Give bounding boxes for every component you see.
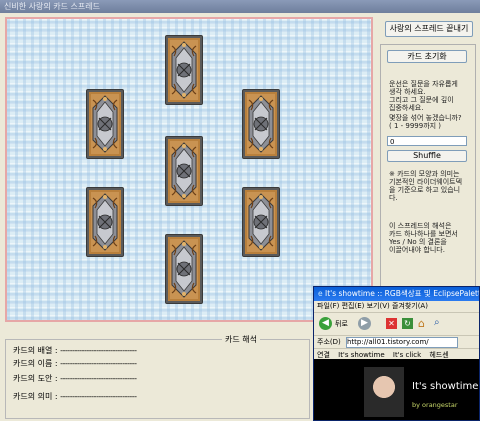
address-bar: 주소(D) http://all01.tistory.com/	[314, 336, 479, 349]
shuffle-question: 몇장을 섞어 놓겠습니까? ( 1 - 9999까지 )	[389, 114, 462, 130]
link-item[interactable]: It's click	[393, 351, 421, 359]
ie-icon: e	[318, 289, 323, 298]
tarot-card-upper-right[interactable]	[242, 89, 280, 159]
instructions-text: 운선은 질문을 자유롭게 생각 하세요. 그리고 그 질문에 깊이 집중하세요.	[389, 80, 458, 112]
address-input[interactable]: http://all01.tistory.com/	[345, 336, 458, 348]
tarot-card-bottom[interactable]	[165, 234, 203, 304]
interpretation-title: 카드 해석	[222, 334, 260, 345]
address-label: 주소(D)	[317, 338, 341, 346]
tarot-card-upper-left[interactable]	[86, 89, 124, 159]
back-icon[interactable]: ◀	[319, 317, 332, 330]
tarot-card-lower-left[interactable]	[86, 187, 124, 257]
home-icon[interactable]: ⌂	[418, 317, 425, 330]
reset-cards-button[interactable]: 카드 초기화	[387, 50, 467, 63]
row-meaning: 카드의 의미 : -------------------------------…	[13, 392, 137, 401]
note-card-meaning: ※ 카드의 모양과 의미는 기본적인 라이더웨이트덱 을 기준으로 하고 있습니…	[389, 170, 463, 202]
stop-icon[interactable]: ✕	[386, 318, 397, 329]
refresh-icon[interactable]: ↻	[402, 318, 413, 329]
browser-title[interactable]: e It's showtime :: RGB색상표 및 EclipsePalet…	[314, 287, 479, 301]
links-label: 연결	[317, 351, 330, 359]
search-icon[interactable]: ⌕	[434, 317, 440, 328]
browser-content: It's showtime by orangestar	[314, 359, 479, 420]
profile-photo	[364, 367, 404, 417]
card-board	[5, 17, 373, 322]
tarot-card-center[interactable]	[165, 136, 203, 206]
browser-window: e It's showtime :: RGB색상표 및 EclipsePalet…	[313, 286, 480, 421]
note-interpretation: 이 스프레드의 해석은 카드 하나하나를 보면서 Yes / No 의 결론을 …	[389, 222, 458, 254]
row-design: 카드의 도안 : -------------------------------…	[13, 374, 137, 383]
page-byline: by orangestar	[412, 401, 458, 409]
row-arrangement: 카드의 배열 : -------------------------------…	[13, 346, 137, 355]
browser-menu[interactable]: 파일(F) 편집(E) 보기(V) 즐겨찾기(A)	[314, 301, 479, 313]
window-title: 신비한 사랑의 카드 스프레드	[0, 0, 480, 13]
end-spread-button[interactable]: 사랑의 스프레드 끝내기	[385, 21, 473, 37]
page-heading: It's showtime	[412, 381, 479, 392]
tarot-card-lower-right[interactable]	[242, 187, 280, 257]
link-item[interactable]: It's showtime	[338, 351, 385, 359]
tarot-card-top[interactable]	[165, 35, 203, 105]
shuffle-button[interactable]: Shuffle	[387, 150, 467, 162]
forward-icon[interactable]: ▶	[358, 317, 371, 330]
shuffle-count-input[interactable]: 0	[387, 136, 467, 146]
row-name: 카드의 이름 : -------------------------------…	[13, 359, 137, 368]
browser-toolbar: ◀ 뒤로 ▶ ✕ ↻ ⌂ ⌕	[314, 313, 479, 336]
link-item[interactable]: 헤드센	[429, 351, 448, 359]
back-label[interactable]: 뒤로	[335, 319, 348, 329]
